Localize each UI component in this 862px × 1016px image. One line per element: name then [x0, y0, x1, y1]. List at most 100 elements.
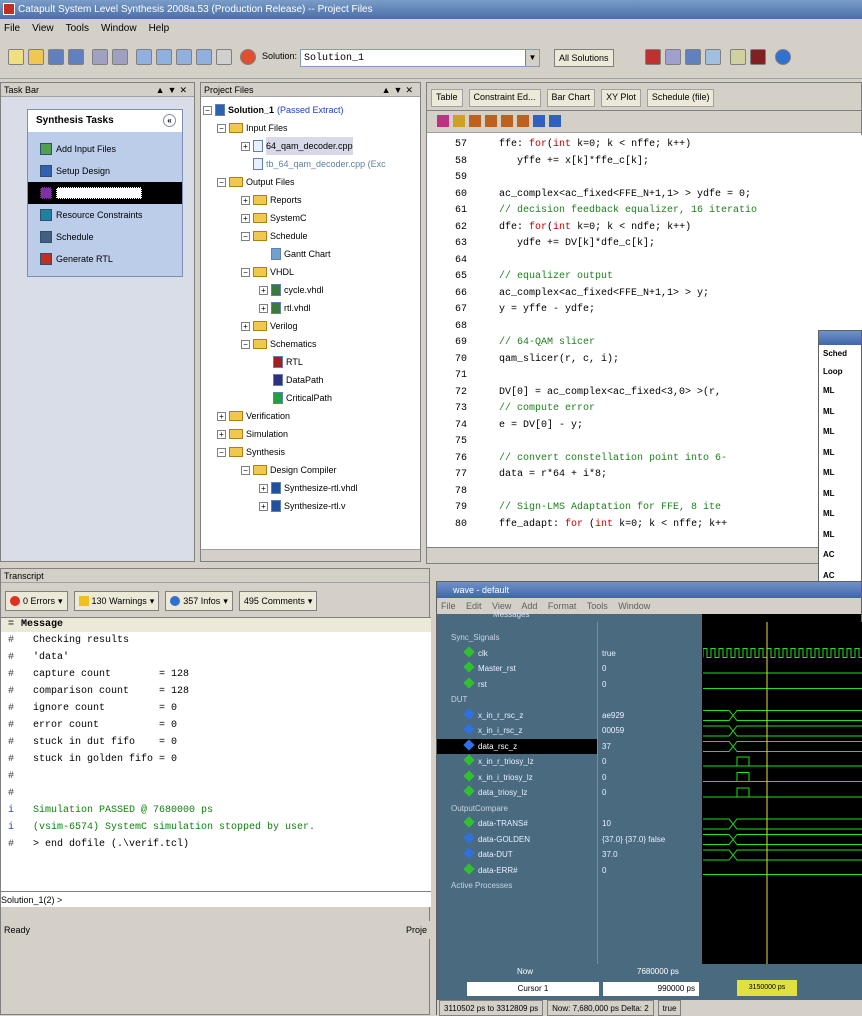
- task-add-input-files[interactable]: Add Input Files: [28, 138, 182, 160]
- all-solutions-button[interactable]: All Solutions: [554, 49, 614, 67]
- chevron-down-icon[interactable]: ▼: [525, 50, 539, 66]
- redo-icon[interactable]: [549, 115, 561, 127]
- signal-row[interactable]: data-ERR#: [437, 862, 597, 878]
- task-resource-constraints[interactable]: Resource Constraints: [28, 204, 182, 226]
- schedule-row[interactable]: Sched: [823, 345, 861, 363]
- task-setup-design[interactable]: Setup Design: [28, 160, 182, 182]
- paste-icon[interactable]: [176, 49, 192, 65]
- save-all-icon[interactable]: [68, 49, 84, 65]
- tab-constraint-editor[interactable]: Constraint Ed...: [468, 89, 541, 107]
- tree-node-gantt-chart[interactable]: Gantt Chart: [271, 245, 331, 263]
- chart-icon[interactable]: [645, 49, 661, 65]
- tree-node-decoder-cpp[interactable]: +64_qam_decoder.cpp: [241, 137, 353, 155]
- infos-filter[interactable]: 357 Infos ▾: [165, 591, 233, 611]
- signal-row[interactable]: clk: [437, 645, 597, 661]
- task-schedule[interactable]: Schedule: [28, 226, 182, 248]
- tab-table[interactable]: Table: [431, 89, 463, 107]
- schedule-row[interactable]: ML: [823, 422, 861, 443]
- stop-icon[interactable]: [240, 49, 256, 65]
- task-generate-rtl[interactable]: Generate RTL: [28, 248, 182, 270]
- signal-row[interactable]: data_rsc_z: [437, 738, 597, 754]
- schedule-row[interactable]: AC: [823, 545, 861, 566]
- rtl-icon[interactable]: [750, 49, 766, 65]
- tab-schedule[interactable]: Schedule (file): [646, 89, 715, 107]
- tree-node-criticalpath[interactable]: CriticalPath: [273, 389, 332, 407]
- tree-node-datapath[interactable]: DataPath: [273, 371, 324, 389]
- signal-row[interactable]: x_in_i_triosy_lz: [437, 769, 597, 785]
- tree-node-design-compiler[interactable]: − Design Compiler: [241, 461, 337, 479]
- tree-node-cycle-vhdl[interactable]: + cycle.vhdl: [259, 281, 324, 299]
- comments-filter[interactable]: 495 Comments ▾: [238, 591, 318, 611]
- tree-node-verification[interactable]: + Verification: [217, 407, 290, 425]
- signal-row[interactable]: x_in_i_rsc_z: [437, 723, 597, 738]
- schedule-row[interactable]: ML: [823, 402, 861, 423]
- table-icon[interactable]: [685, 49, 701, 65]
- bookmark-icon[interactable]: [437, 115, 449, 127]
- tree-node-reports[interactable]: + Reports: [241, 191, 302, 209]
- task-architecture-constraints[interactable]: Architecture Constr...: [28, 182, 182, 204]
- mark-clear-icon[interactable]: [517, 115, 529, 127]
- undo-icon[interactable]: [533, 115, 545, 127]
- synthesis-tasks-header[interactable]: Synthesis Tasks «: [28, 110, 182, 132]
- panel-controls[interactable]: ▲▼✕: [156, 83, 190, 96]
- up-icon[interactable]: [453, 115, 465, 127]
- schedule-row[interactable]: ML: [823, 443, 861, 464]
- signal-row[interactable]: data-TRANS#: [437, 816, 597, 831]
- open-icon[interactable]: [28, 49, 44, 65]
- schedule-row[interactable]: Loop: [823, 363, 861, 381]
- schedule-icon[interactable]: [665, 49, 681, 65]
- new-icon[interactable]: [8, 49, 24, 65]
- mark-icon[interactable]: [469, 115, 481, 127]
- find-next-icon[interactable]: [112, 49, 128, 65]
- redo-icon[interactable]: [216, 49, 232, 65]
- schedule-row[interactable]: ML: [823, 381, 861, 402]
- tree-node-synthesis[interactable]: − Synthesis: [217, 443, 285, 461]
- cursor-name[interactable]: Cursor 1: [467, 982, 599, 996]
- tree-node-synth-rtl-vhdl[interactable]: + Synthesize-rtl.vhdl: [259, 479, 358, 497]
- code-view[interactable]: 57 ffe: for(int k=0; k < nffe; k++) 58 yf…: [427, 135, 862, 549]
- tree-node-vhdl[interactable]: − VHDL: [241, 263, 294, 281]
- cut-icon[interactable]: [136, 49, 152, 65]
- solution-select[interactable]: Solution_1 ▼: [300, 49, 540, 67]
- schedule-window-title[interactable]: [819, 331, 861, 345]
- tree-node-systemc[interactable]: + SystemC: [241, 209, 307, 227]
- help-icon[interactable]: [775, 49, 791, 65]
- command-prompt[interactable]: Solution_1(2) >: [1, 891, 431, 907]
- menu-help[interactable]: Help: [149, 23, 170, 34]
- signal-group[interactable]: OutputCompare: [437, 801, 597, 816]
- save-icon[interactable]: [48, 49, 64, 65]
- copy-icon[interactable]: [156, 49, 172, 65]
- tree-node-rtl-schematic[interactable]: RTL: [273, 353, 303, 371]
- panel-controls[interactable]: ▲▼✕: [382, 83, 416, 96]
- signal-row[interactable]: rst: [437, 676, 597, 692]
- menu-file[interactable]: File: [4, 23, 20, 34]
- errors-filter[interactable]: 0 Errors ▾: [5, 591, 68, 611]
- editor-scrollbar[interactable]: [427, 547, 862, 563]
- signal-names[interactable]: Sync_Signals clk Master_rst rst DUT x_in_r_rs…: [437, 622, 597, 964]
- undo-icon[interactable]: [196, 49, 212, 65]
- window-icon[interactable]: [705, 49, 721, 65]
- signal-row[interactable]: data-GOLDEN: [437, 831, 597, 847]
- tree-node-rtl-vhdl[interactable]: + rtl.vhdl: [259, 299, 311, 317]
- schedule-row[interactable]: ML: [823, 525, 861, 546]
- tree-node-schematics[interactable]: − Schematics: [241, 335, 317, 353]
- menu-window[interactable]: Window: [101, 23, 137, 34]
- signal-row[interactable]: x_in_r_rsc_z: [437, 707, 597, 723]
- signal-row[interactable]: x_in_r_triosy_lz: [437, 754, 597, 769]
- schedule-row[interactable]: ML: [823, 504, 861, 525]
- menu-tools[interactable]: Tools: [66, 23, 89, 34]
- schedule-row[interactable]: ML: [823, 463, 861, 484]
- transcript-log[interactable]: = Message # Checking results # 'data' # cap…: [1, 617, 431, 903]
- signal-group[interactable]: Sync_Signals: [437, 630, 597, 645]
- find-icon[interactable]: [92, 49, 108, 65]
- horizontal-scrollbar[interactable]: [201, 549, 420, 561]
- mark-next-icon[interactable]: [485, 115, 497, 127]
- signal-group[interactable]: Active Processes: [437, 878, 597, 893]
- signal-row[interactable]: data-DUT: [437, 847, 597, 862]
- collapse-icon[interactable]: «: [163, 114, 176, 127]
- waveform-view[interactable]: [703, 622, 862, 964]
- tab-bar-chart[interactable]: Bar Chart: [546, 89, 596, 107]
- schematic-icon[interactable]: [730, 49, 746, 65]
- warnings-filter[interactable]: 130 Warnings ▾: [73, 591, 160, 611]
- tree-node-solution[interactable]: − Solution_1 (Passed Extract): [203, 101, 344, 119]
